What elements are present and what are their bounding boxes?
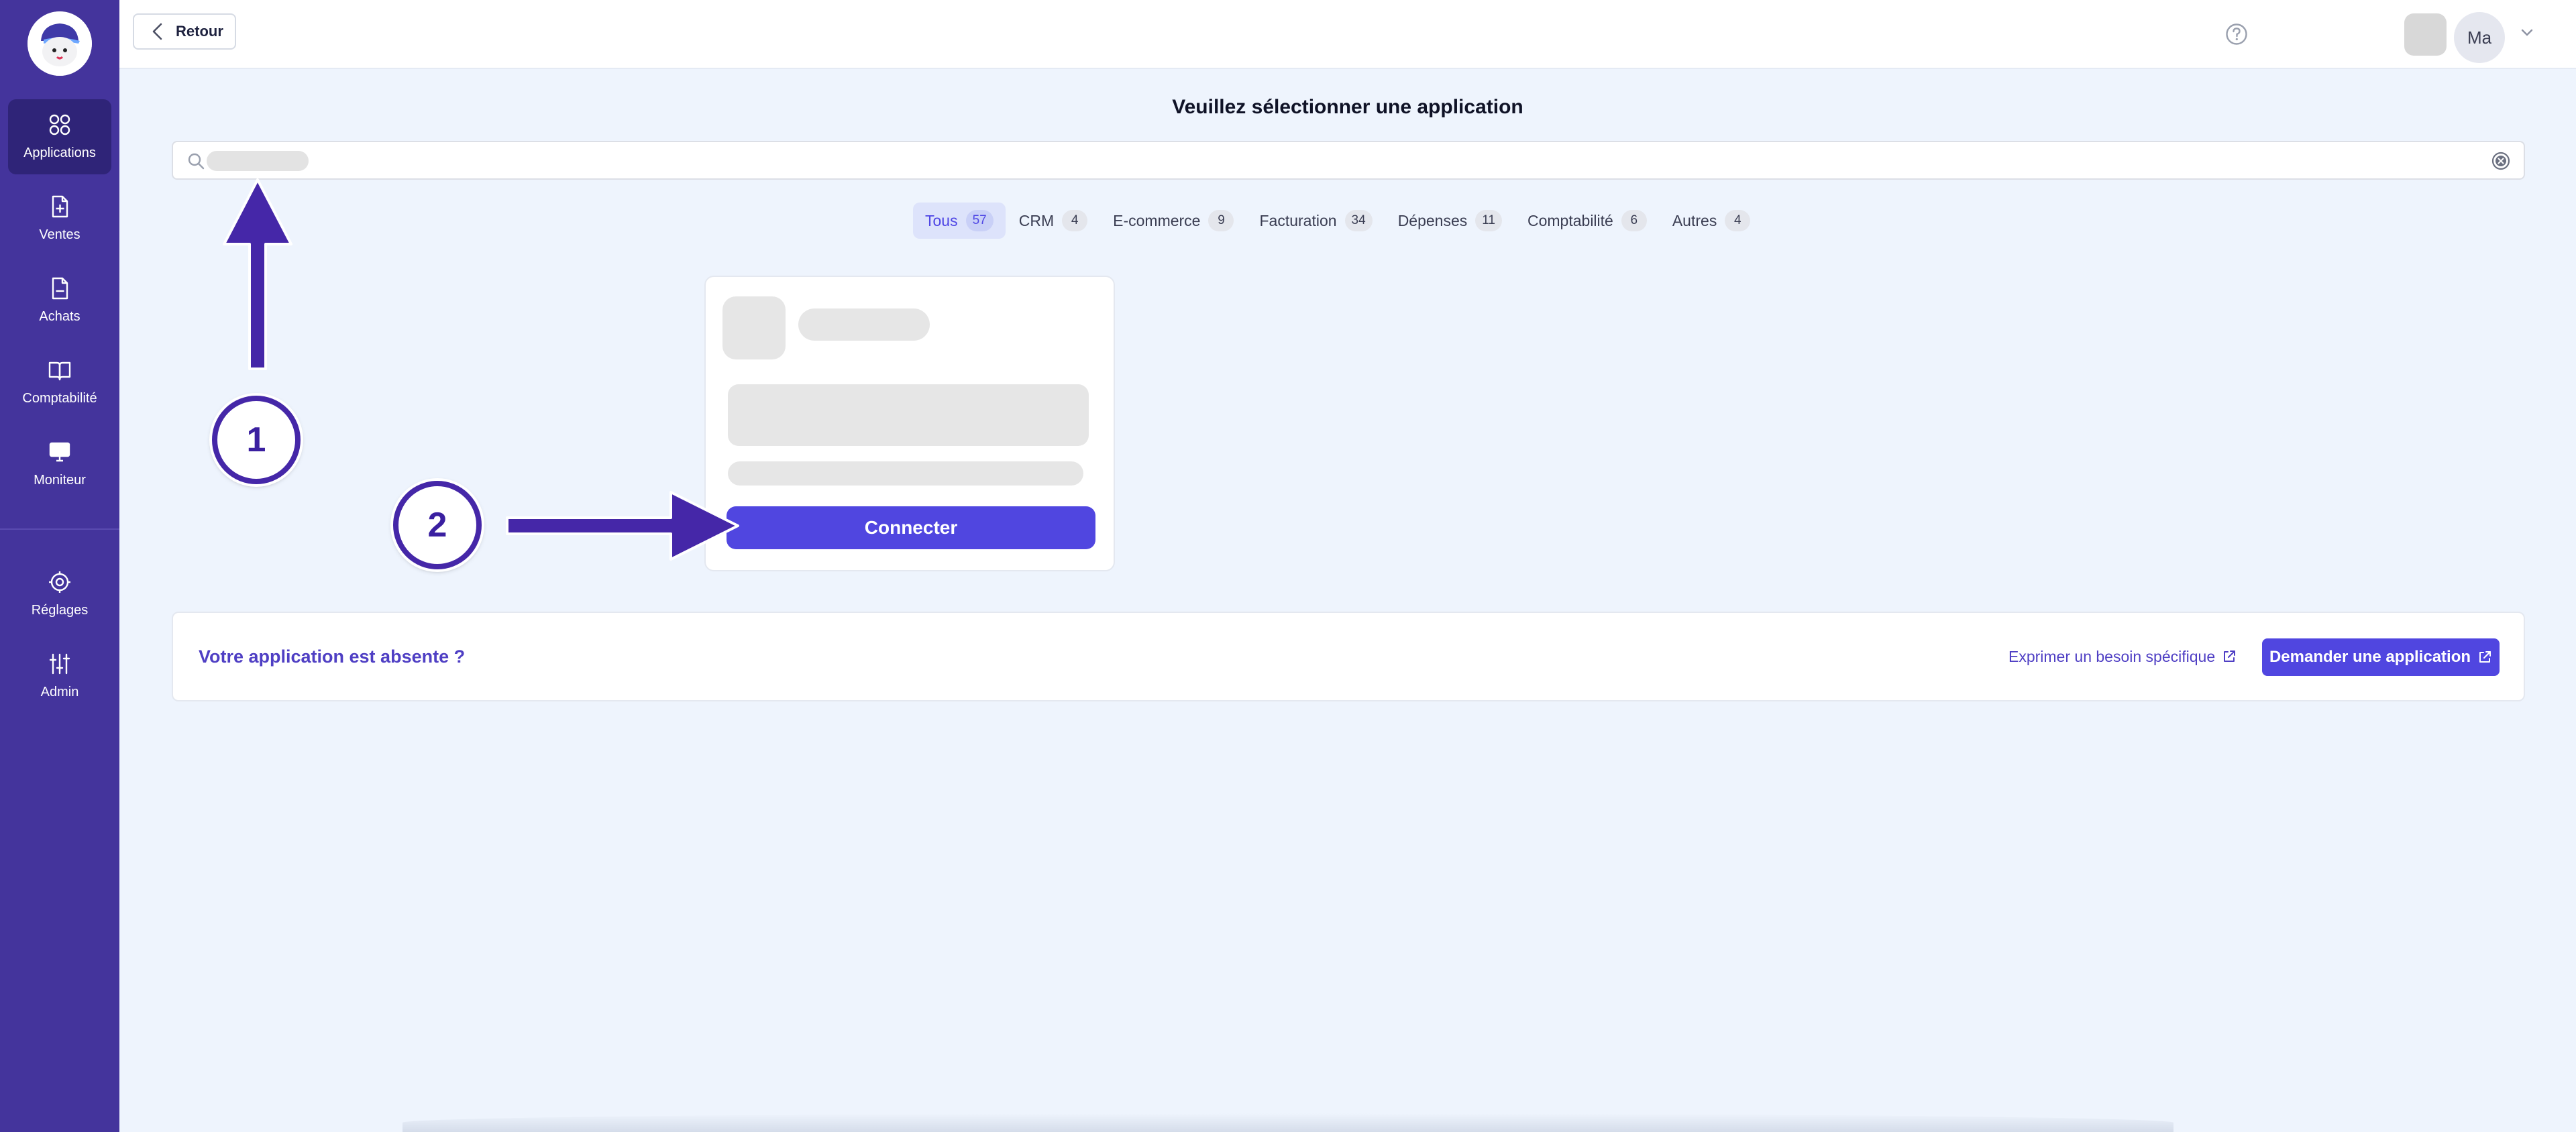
- sidebar-item-label: Admin: [40, 685, 79, 699]
- connect-button[interactable]: Connecter: [727, 506, 1095, 549]
- filter-comptabilite[interactable]: Comptabilité 6: [1515, 203, 1659, 239]
- filter-count: 4: [1725, 210, 1751, 231]
- banner-question: Votre application est absente ?: [199, 646, 466, 667]
- app-card: Connecter: [704, 276, 1115, 571]
- search-icon: [188, 153, 205, 170]
- filter-tous[interactable]: Tous 57: [913, 203, 1006, 239]
- settings-icon: [49, 571, 70, 593]
- workspace-logo[interactable]: [2404, 13, 2447, 56]
- external-link-icon: [2224, 650, 2236, 662]
- sidebar-item-label: Ventes: [39, 227, 80, 242]
- filter-label: Comptabilité: [1527, 211, 1613, 229]
- filter-facturation[interactable]: Facturation 34: [1247, 203, 1384, 239]
- sidebar: Applications Ventes Achats Comptabilité: [0, 0, 119, 1132]
- help-icon[interactable]: [2225, 23, 2248, 46]
- app-name-skeleton: [798, 308, 930, 341]
- filter-crm[interactable]: CRM 4: [1007, 203, 1099, 239]
- app-category-skeleton: [728, 461, 1083, 486]
- bottom-shadow: [402, 1113, 2174, 1132]
- sidebar-item-applications[interactable]: Applications: [8, 99, 111, 174]
- specific-need-link[interactable]: Exprimer un besoin spécifique: [2008, 613, 2237, 700]
- clear-icon[interactable]: [2491, 152, 2510, 170]
- filter-label: E-commerce: [1113, 211, 1201, 229]
- annotation-arrow-right: [506, 491, 739, 561]
- topbar: Retour: [119, 0, 2576, 69]
- file-minus-icon: [52, 277, 68, 300]
- sidebar-item-achats[interactable]: Achats: [8, 263, 111, 338]
- monitor-icon: [49, 442, 70, 462]
- filter-label: Facturation: [1259, 211, 1337, 229]
- annotation-arrow-up: [223, 178, 292, 370]
- filter-label: CRM: [1018, 211, 1055, 229]
- request-app-label: Demander une application: [2269, 648, 2471, 666]
- filter-count: 4: [1062, 210, 1088, 231]
- back-button[interactable]: Retour: [133, 13, 236, 50]
- filter-label: Autres: [1672, 211, 1717, 229]
- file-plus-icon: [52, 195, 68, 218]
- sidebar-divider: [0, 528, 119, 530]
- annotation-step-2: 2: [393, 481, 482, 569]
- filter-count: 9: [1208, 210, 1234, 231]
- app-description-skeleton: [728, 384, 1089, 446]
- category-filters: Tous 57 CRM 4 E-commerce 9 Facturation 3…: [913, 203, 1764, 239]
- search-input[interactable]: [213, 148, 2470, 174]
- filter-count: 34: [1344, 210, 1373, 231]
- filter-label: Tous: [925, 211, 958, 229]
- sidebar-item-comptabilite[interactable]: Comptabilité: [8, 345, 111, 420]
- page-title: Veuillez sélectionner une application: [1172, 96, 1523, 118]
- annotation-step-1: 1: [212, 396, 301, 484]
- sidebar-item-moniteur[interactable]: Moniteur: [8, 427, 111, 502]
- external-link-icon: [2479, 651, 2491, 663]
- specific-need-label: Exprimer un besoin spécifique: [2008, 647, 2216, 665]
- request-app-button[interactable]: Demander une application: [2262, 638, 2500, 676]
- sidebar-item-label: Achats: [39, 309, 80, 324]
- sidebar-item-ventes[interactable]: Ventes: [8, 181, 111, 256]
- sliders-icon: [49, 653, 70, 675]
- filter-autres[interactable]: Autres 4: [1660, 203, 1762, 239]
- grid-icon: [49, 114, 70, 135]
- avatar[interactable]: Ma: [2454, 12, 2505, 63]
- sidebar-item-admin[interactable]: Admin: [8, 638, 111, 714]
- app-logo-skeleton: [722, 296, 786, 359]
- sidebar-item-reglages[interactable]: Réglages: [8, 557, 111, 632]
- sidebar-item-label: Comptabilité: [22, 391, 97, 406]
- back-label: Retour: [176, 23, 223, 40]
- filter-count: 11: [1475, 210, 1502, 231]
- filter-e-commerce[interactable]: E-commerce 9: [1101, 203, 1246, 239]
- filter-count: 57: [965, 210, 994, 231]
- filter-label: Dépenses: [1397, 211, 1468, 229]
- search-bar: [172, 141, 2525, 180]
- book-icon: [48, 361, 71, 381]
- logo[interactable]: [28, 11, 92, 76]
- sidebar-item-label: Applications: [23, 146, 96, 160]
- sidebar-item-label: Moniteur: [34, 473, 86, 488]
- filter-count: 6: [1621, 210, 1647, 231]
- chevron-left-icon: [152, 23, 162, 40]
- sidebar-item-label: Réglages: [31, 603, 89, 618]
- filter-depenses[interactable]: Dépenses 11: [1386, 203, 1514, 239]
- chevron-down-icon[interactable]: [2520, 28, 2534, 38]
- missing-app-banner: Votre application est absente ? Exprimer…: [172, 612, 2525, 701]
